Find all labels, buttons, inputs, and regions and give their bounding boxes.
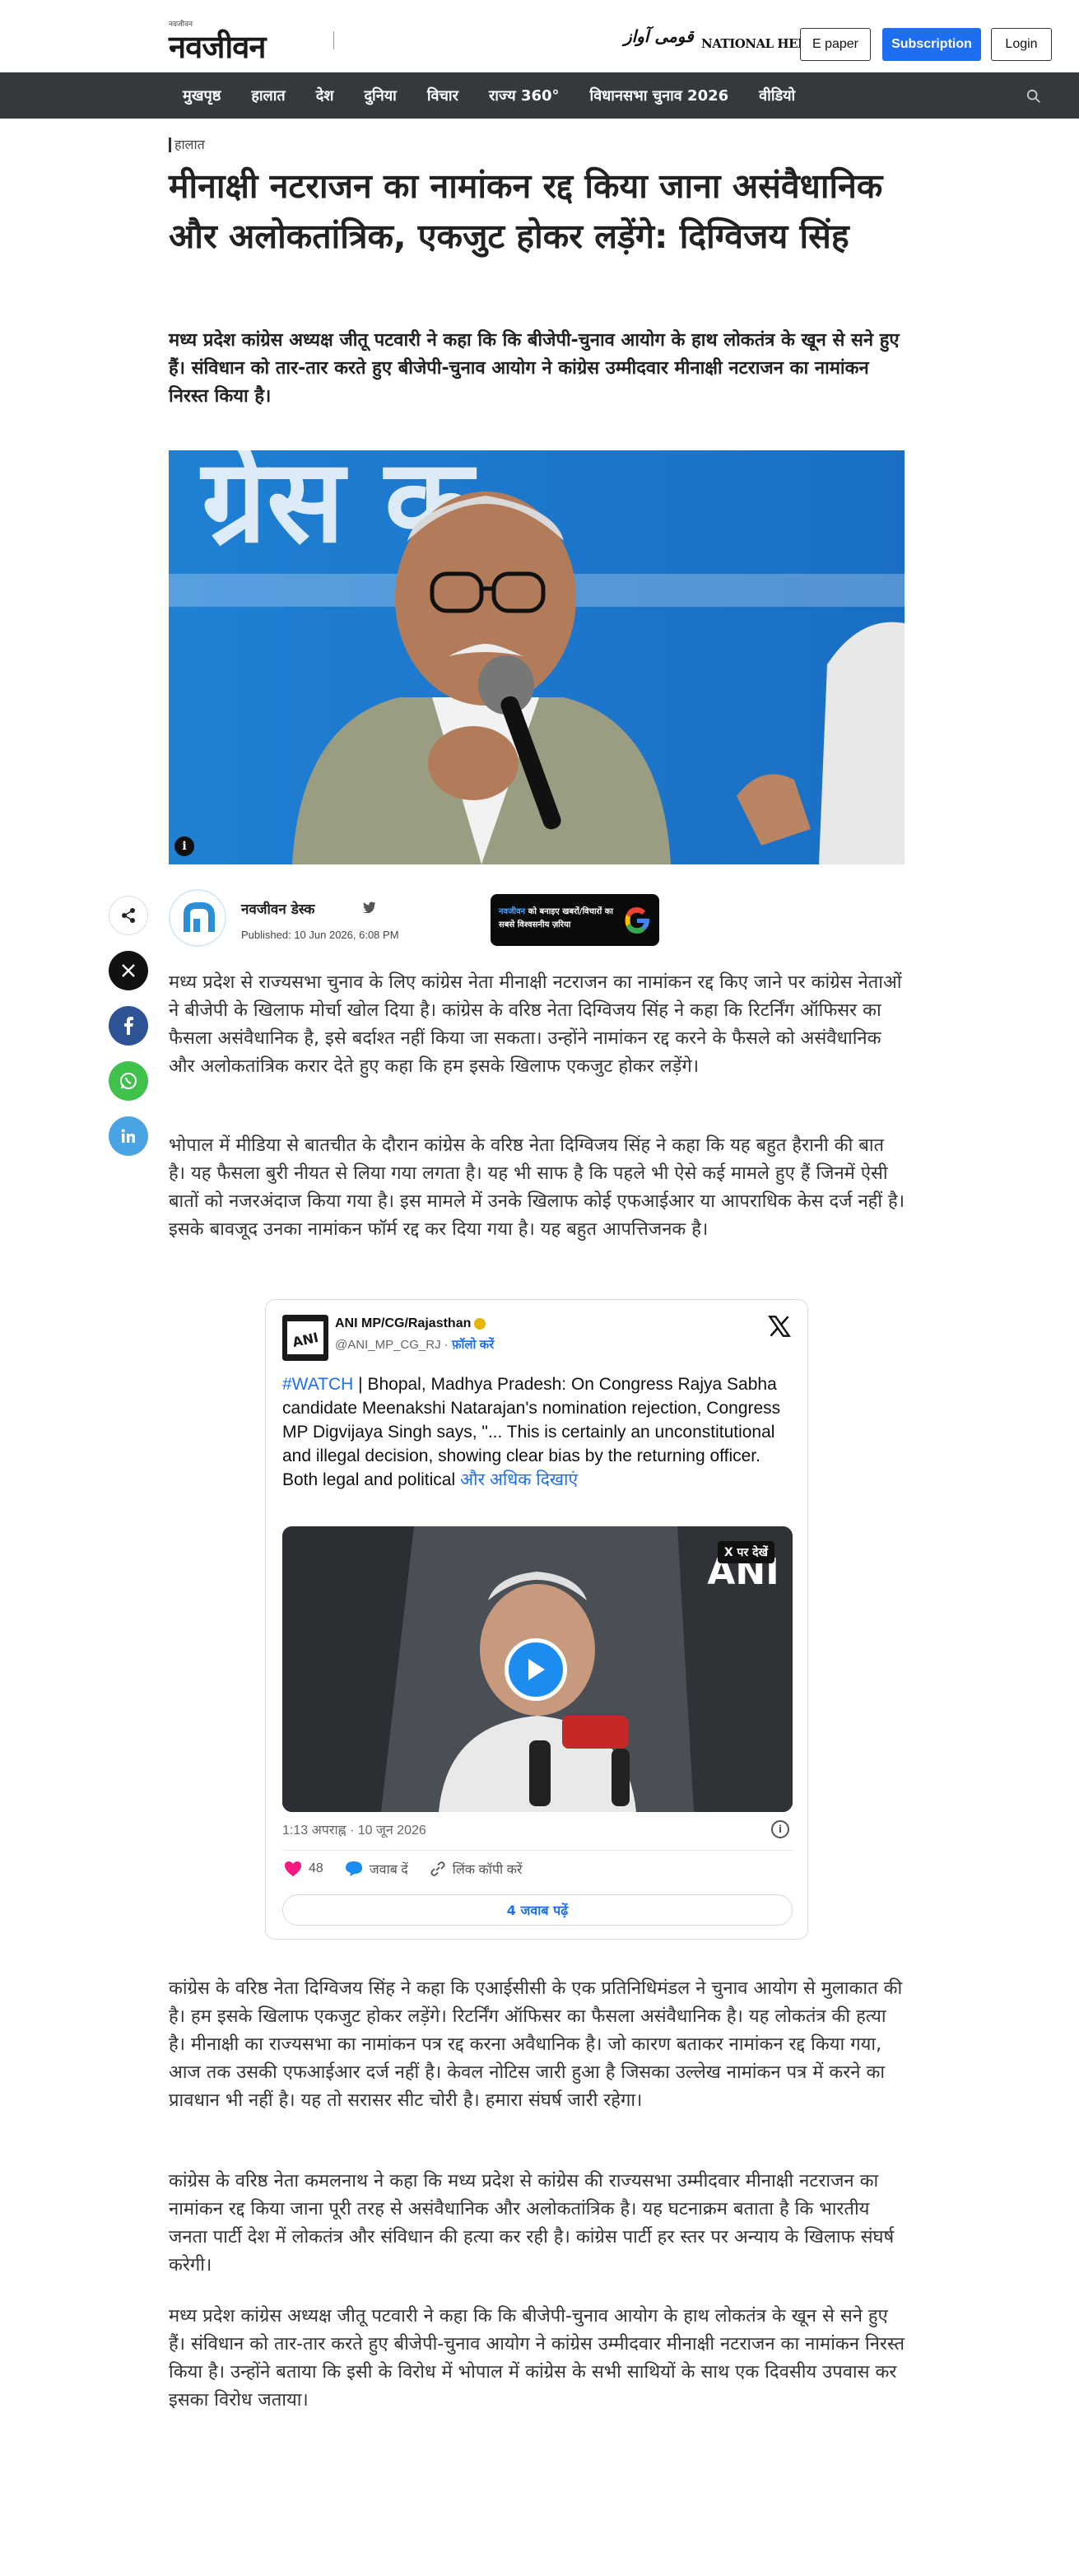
- image-info-icon[interactable]: i: [174, 836, 194, 856]
- author-avatar[interactable]: [169, 889, 226, 947]
- twitter-icon[interactable]: [363, 901, 376, 913]
- tweet-hashtag[interactable]: #WATCH: [282, 1375, 353, 1394]
- show-more-link[interactable]: और अधिक दिखाएं: [460, 1470, 578, 1489]
- logo-text: नवजीवन: [169, 29, 266, 65]
- login-button[interactable]: Login: [991, 28, 1052, 61]
- hero-image: ग्रेस क: [169, 450, 905, 864]
- embedded-tweet: ANI ANI MP/CG/Rajasthan @ANI_MP_CG_RJ · …: [265, 1299, 808, 1940]
- like-button[interactable]: 48: [284, 1861, 323, 1877]
- published-date: Published: 10 Jun 2026, 6:08 PM: [241, 929, 399, 941]
- play-icon[interactable]: [505, 1638, 567, 1701]
- google-icon: [625, 907, 649, 934]
- gbadge-text: नवजीवन को बनाइए खबरों/विचारों का सबसे वि…: [499, 907, 613, 929]
- main-nav: मुखपृष्ठ हालात देश दुनिया विचार राज्य 360° विध…: [0, 72, 1079, 119]
- article-paragraph: भोपाल में मीडिया से बातचीत के दौरान कांग…: [169, 1135, 905, 1240]
- section-tag[interactable]: हालात: [169, 137, 205, 152]
- read-replies-button[interactable]: 4 जवाब पढ़ें: [282, 1894, 793, 1926]
- reply-button[interactable]: जवाब दें: [345, 1860, 408, 1878]
- site-header: नवजीवन नवजीवन قومی آواز NATIONAL HERALD …: [0, 0, 1079, 72]
- tweet-video[interactable]: ANI X पर देखें: [282, 1526, 793, 1812]
- nav-item[interactable]: मुखपृष्ठ: [183, 86, 221, 105]
- x-logo-icon[interactable]: [768, 1315, 791, 1338]
- subscription-button[interactable]: Subscription: [882, 28, 981, 61]
- partner-qaumi-awaz[interactable]: قومی آواز: [624, 26, 694, 46]
- google-preferred-source-badge[interactable]: नवजीवन को बनाइए खबरों/विचारों का सबसे वि…: [491, 894, 659, 946]
- share-icon[interactable]: [109, 896, 148, 935]
- nav-item[interactable]: राज्य 360°: [489, 86, 560, 105]
- site-logo[interactable]: नवजीवन नवजीवन: [169, 18, 266, 68]
- whatsapp-share-icon[interactable]: [109, 1061, 148, 1101]
- search-icon[interactable]: [1026, 89, 1041, 104]
- tweet-handle-row: @ANI_MP_CG_RJ · फ़ॉलो करें: [335, 1338, 495, 1352]
- info-icon[interactable]: i: [771, 1820, 789, 1838]
- nav-item[interactable]: देश: [316, 86, 334, 105]
- verified-badge-icon: [474, 1317, 486, 1330]
- logo-tagline: नवजीवन: [169, 21, 193, 29]
- nav-item[interactable]: वीडियो: [759, 86, 795, 105]
- follow-button[interactable]: फ़ॉलो करें: [452, 1338, 494, 1352]
- reply-icon: [345, 1861, 362, 1876]
- tweet-timestamp[interactable]: 1:13 अपराह्न · 10 जून 2026: [282, 1820, 426, 1838]
- tweet-divider: [282, 1850, 793, 1851]
- nav-item[interactable]: हालात: [251, 86, 285, 105]
- tweet-handle[interactable]: @ANI_MP_CG_RJ: [335, 1338, 441, 1352]
- tweet-actions: 48 जवाब दें लिंक कॉपी करें: [284, 1860, 543, 1878]
- nav-item[interactable]: दुनिया: [365, 86, 397, 105]
- article-paragraph: मध्य प्रदेश कांग्रेस अध्यक्ष जीतू पटवारी…: [169, 2306, 905, 2411]
- article-headline: मीनाक्षी नटराजन का नामांकन रद्द किया जान…: [169, 166, 883, 256]
- article-paragraph: कांग्रेस के वरिष्ठ नेता दिग्विजय सिंह ने…: [169, 1978, 903, 2111]
- tweet-author-name[interactable]: ANI MP/CG/Rajasthan: [335, 1316, 486, 1331]
- link-icon: [430, 1861, 445, 1876]
- nav-item[interactable]: विधानसभा चुनाव 2026: [590, 86, 729, 105]
- facebook-share-icon[interactable]: [109, 1006, 148, 1046]
- author-name[interactable]: नवजीवन डेस्क: [241, 899, 314, 918]
- like-count: 48: [309, 1861, 323, 1875]
- linkedin-share-icon[interactable]: [109, 1116, 148, 1156]
- x-share-icon[interactable]: [109, 951, 148, 990]
- tweet-text: #WATCH | Bhopal, Madhya Pradesh: On Cong…: [282, 1375, 781, 1489]
- share-rail: [109, 896, 148, 1172]
- byline: नवजीवन डेस्क Published: 10 Jun 2026, 6:0…: [169, 889, 514, 948]
- nav-item[interactable]: विचार: [427, 86, 458, 105]
- epaper-button[interactable]: E paper: [800, 28, 871, 61]
- tweet-author-avatar[interactable]: ANI: [282, 1315, 328, 1361]
- logo-divider: [333, 31, 334, 49]
- copy-link-button[interactable]: लिंक कॉपी करें: [430, 1860, 522, 1878]
- watch-on-x-button[interactable]: X पर देखें: [717, 1541, 774, 1563]
- heart-icon: [285, 1861, 301, 1876]
- article-paragraph: मध्य प्रदेश से राज्यसभा चुनाव के लिए कां…: [169, 972, 902, 1077]
- article-paragraph: कांग्रेस के वरिष्ठ नेता कमलनाथ ने कहा कि…: [169, 2171, 895, 2276]
- article-dek: मध्य प्रदेश कांग्रेस अध्यक्ष जीतू पटवारी…: [169, 330, 900, 407]
